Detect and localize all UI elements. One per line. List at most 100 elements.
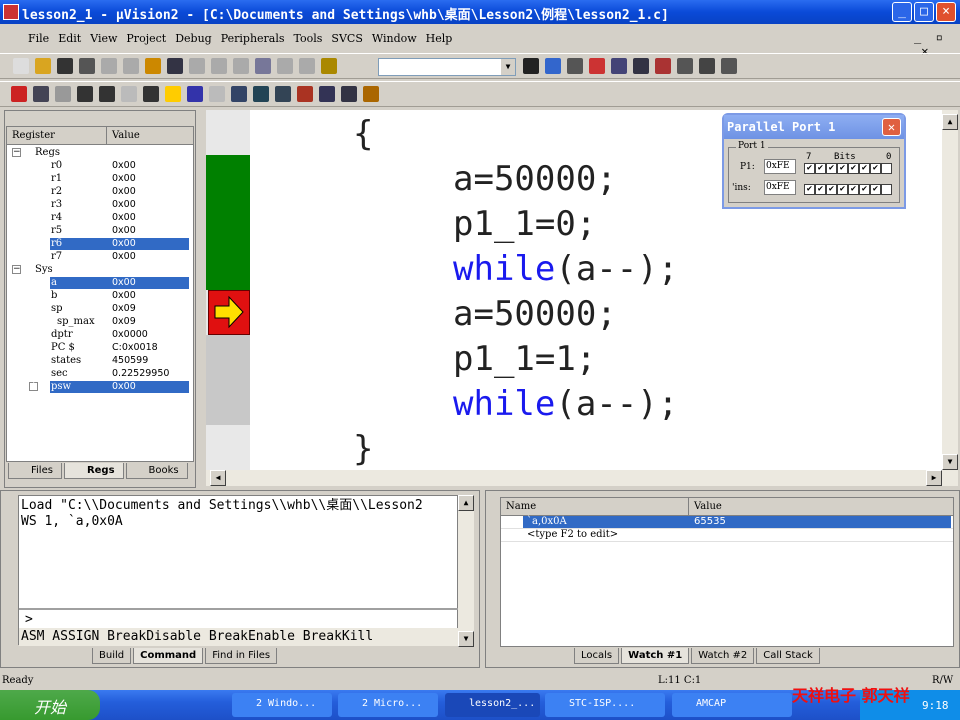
minimize-button[interactable]: _: [892, 2, 912, 22]
toolbar-icon[interactable]: [321, 58, 337, 74]
bit-checkbox[interactable]: ✔: [804, 184, 815, 195]
toolbar-icon[interactable]: [363, 86, 379, 102]
toolbar-icon[interactable]: [99, 86, 115, 102]
toolbar-icon[interactable]: [297, 86, 313, 102]
toolbar-icon[interactable]: [567, 58, 583, 74]
tab-books[interactable]: Books: [125, 463, 188, 479]
toolbar-icon[interactable]: [13, 58, 29, 74]
toolbar-icon[interactable]: [341, 86, 357, 102]
toolbar-icon[interactable]: [57, 58, 73, 74]
toolbar-icon[interactable]: [655, 58, 671, 74]
bit-checkbox[interactable]: [881, 184, 892, 195]
collapse-icon[interactable]: −: [12, 265, 21, 274]
toolbar-icon[interactable]: [589, 58, 605, 74]
register-row[interactable]: b 0x00: [7, 290, 193, 303]
taskbar-task[interactable]: STC-ISP....: [545, 693, 665, 717]
toolbar-icon[interactable]: [187, 86, 203, 102]
toolbar-icon[interactable]: [699, 58, 715, 74]
register-row[interactable]: PC $ C:0x0018: [7, 342, 193, 355]
p1-value-field[interactable]: 0xFE: [764, 159, 796, 174]
col-name[interactable]: Name: [501, 498, 689, 515]
menu-project[interactable]: Project: [126, 32, 166, 45]
bit-checkbox[interactable]: ✔: [870, 184, 881, 195]
tab-files[interactable]: Files: [8, 463, 62, 479]
tab-call-stack[interactable]: Call Stack: [756, 648, 820, 664]
taskbar-task[interactable]: lesson2_...: [445, 693, 540, 717]
tab-regs[interactable]: Regs: [63, 463, 124, 479]
col-value[interactable]: Value: [689, 498, 953, 515]
toolbar-icon[interactable]: [523, 58, 539, 74]
bit-checkbox[interactable]: ✔: [826, 184, 837, 195]
toolbar-icon[interactable]: [319, 86, 335, 102]
close-icon[interactable]: ✕: [882, 118, 901, 136]
menu-peripherals[interactable]: Peripherals: [221, 32, 285, 45]
toolbar-icon[interactable]: [101, 58, 117, 74]
toolbar-icon[interactable]: [167, 58, 183, 74]
register-row[interactable]: − Regs: [7, 147, 193, 160]
bit-checkbox[interactable]: ✔: [826, 163, 837, 174]
tab-locals[interactable]: Locals: [574, 648, 620, 664]
toolbar-icon[interactable]: [209, 86, 225, 102]
toolbar-icon[interactable]: [275, 86, 291, 102]
watch-row[interactable]: <type F2 to edit>: [501, 529, 953, 542]
toolbar-icon[interactable]: [611, 58, 627, 74]
close-button[interactable]: ×: [936, 2, 956, 22]
maximize-button[interactable]: □: [914, 2, 934, 22]
toolbar-icon[interactable]: [299, 58, 315, 74]
vertical-scrollbar[interactable]: ▲ ▼: [942, 110, 958, 486]
expand-icon[interactable]: +: [29, 382, 38, 391]
toolbar-icon[interactable]: [143, 86, 159, 102]
bit-checkbox[interactable]: ✔: [848, 184, 859, 195]
menu-window[interactable]: Window: [372, 32, 417, 45]
toolbar-icon[interactable]: [545, 58, 561, 74]
taskbar-task[interactable]: 2 Micro...: [338, 693, 438, 717]
menu-svcs[interactable]: SVCS: [331, 32, 362, 45]
find-combo[interactable]: ▼: [378, 58, 516, 76]
menu-view[interactable]: View: [90, 32, 117, 45]
toolbar-icon[interactable]: [189, 58, 205, 74]
bit-checkbox[interactable]: ✔: [837, 184, 848, 195]
menu-tools[interactable]: Tools: [294, 32, 323, 45]
bit-checkbox[interactable]: ✔: [815, 184, 826, 195]
register-row[interactable]: states 450599: [7, 355, 193, 368]
tab-watch-1[interactable]: Watch #1: [621, 648, 690, 664]
register-row[interactable]: r3 0x00: [7, 199, 193, 212]
toolbar-icon[interactable]: [77, 86, 93, 102]
register-row[interactable]: r2 0x00: [7, 186, 193, 199]
toolbar-icon[interactable]: [79, 58, 95, 74]
bit-checkbox[interactable]: ✔: [859, 184, 870, 195]
menu-help[interactable]: Help: [426, 32, 453, 45]
toolbar-icon[interactable]: [231, 86, 247, 102]
toolbar-icon[interactable]: [255, 58, 271, 74]
register-row[interactable]: a 0x00: [7, 277, 193, 290]
watch-row[interactable]: `a,0x0A 65535: [501, 516, 953, 529]
bit-checkbox[interactable]: ✔: [870, 163, 881, 174]
toolbar-icon[interactable]: [121, 86, 137, 102]
register-row[interactable]: r7 0x00: [7, 251, 193, 264]
bit-checkbox[interactable]: ✔: [848, 163, 859, 174]
horizontal-scrollbar[interactable]: ◀ ▶: [206, 470, 942, 486]
pins-value-field[interactable]: 0xFE: [764, 180, 796, 195]
toolbar-icon[interactable]: [123, 58, 139, 74]
command-input[interactable]: >: [19, 608, 459, 628]
taskbar-task[interactable]: AMCAP: [672, 693, 792, 717]
bit-checkbox[interactable]: [881, 163, 892, 174]
col-value[interactable]: Value: [107, 127, 193, 144]
bit-checkbox[interactable]: ✔: [837, 163, 848, 174]
taskbar-task[interactable]: 2 Windo...: [232, 693, 332, 717]
toolbar-icon[interactable]: [35, 58, 51, 74]
toolbar-icon[interactable]: [55, 86, 71, 102]
tab-command[interactable]: Command: [133, 648, 204, 664]
menu-debug[interactable]: Debug: [175, 32, 212, 45]
toolbar-icon[interactable]: [165, 86, 181, 102]
register-row[interactable]: r0 0x00: [7, 160, 193, 173]
tab-build[interactable]: Build: [92, 648, 132, 664]
register-row[interactable]: − Sys: [7, 264, 193, 277]
command-scrollbar[interactable]: ▲ ▼: [458, 495, 474, 647]
chevron-down-icon[interactable]: ▼: [501, 59, 515, 75]
register-row[interactable]: sp_max 0x09: [7, 316, 193, 329]
bit-checkbox[interactable]: ✔: [859, 163, 870, 174]
toolbar-icon[interactable]: [211, 58, 227, 74]
start-button[interactable]: 开始: [0, 690, 100, 720]
toolbar-icon[interactable]: [233, 58, 249, 74]
